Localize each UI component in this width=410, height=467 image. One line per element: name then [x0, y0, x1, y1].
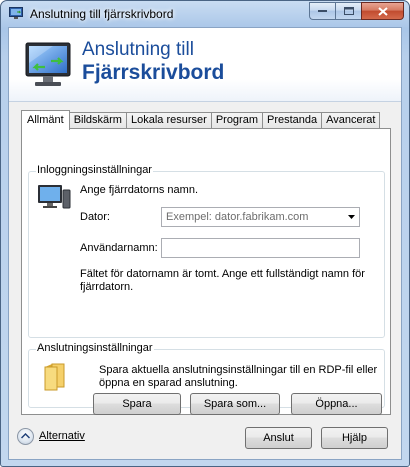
options-label[interactable]: Alternativ: [39, 430, 85, 442]
connection-description-line2: öppna en sparad anslutning.: [99, 377, 238, 389]
tab-experience[interactable]: Prestanda: [263, 112, 323, 129]
empty-name-warning-line2: fjärrdatorn.: [80, 281, 134, 293]
window-title: Anslutning till fjärrskrivbord: [30, 7, 174, 21]
computer-icon: [38, 185, 71, 209]
username-label: Användarnamn:: [80, 242, 158, 254]
tab-panel-general: Inloggningsinställningar Ange fjärrdator…: [21, 128, 391, 415]
tab-advanced[interactable]: Avancerat: [322, 112, 381, 129]
folder-icon: [44, 363, 65, 391]
dropdown-arrow-icon[interactable]: [348, 215, 355, 219]
tab-programs[interactable]: Program: [211, 112, 263, 129]
remote-desktop-window: Anslutning till fjärrskrivbord Anslutnin…: [0, 0, 410, 467]
header-banner: Anslutning till Fjärrskrivbord: [9, 28, 401, 102]
minimize-icon: [318, 10, 327, 12]
logon-settings-group: Inloggningsinställningar Ange fjärrdator…: [28, 164, 385, 338]
banner-title-line1: Anslutning till: [82, 39, 194, 60]
tab-local-resources[interactable]: Lokala resurser: [126, 112, 212, 129]
connect-button[interactable]: Anslut: [245, 427, 312, 449]
help-button[interactable]: Hjälp: [321, 427, 388, 449]
minimize-button[interactable]: [309, 2, 335, 20]
username-input[interactable]: [161, 238, 360, 258]
remote-desktop-icon: [9, 7, 23, 19]
title-bar[interactable]: Anslutning till fjärrskrivbord: [1, 1, 409, 27]
computer-placeholder: Exempel: dator.fabrikam.com: [166, 211, 309, 223]
tab-display[interactable]: Bildskärm: [69, 112, 127, 129]
close-icon: [377, 6, 388, 16]
tab-general[interactable]: Allmänt: [21, 110, 70, 130]
open-button[interactable]: Öppna...: [291, 393, 382, 415]
maximize-button[interactable]: [335, 2, 361, 20]
close-button[interactable]: [361, 2, 404, 20]
chevron-up-icon[interactable]: [17, 428, 34, 445]
save-as-button[interactable]: Spara som...: [190, 393, 280, 415]
remote-desktop-monitor-icon: [25, 42, 71, 86]
connection-group-title: Anslutningsinställningar: [36, 342, 154, 354]
banner-title-line2: Fjärrskrivbord: [82, 61, 225, 84]
logon-instruction: Ange fjärrdatorns namn.: [80, 184, 199, 196]
save-button[interactable]: Spara: [93, 393, 181, 415]
computer-combobox[interactable]: Exempel: dator.fabrikam.com: [161, 207, 360, 227]
empty-name-warning-line1: Fältet för datornamn är tomt. Ange ett f…: [80, 268, 365, 280]
maximize-icon: [343, 7, 354, 15]
tab-strip: Allmänt Bildskärm Lokala resurser Progra…: [21, 110, 381, 130]
caption-buttons: [309, 2, 404, 20]
logon-group-title: Inloggningsinställningar: [36, 164, 153, 176]
computer-label: Dator:: [80, 211, 110, 223]
connection-description-line1: Spara aktuella anslutningsinställningar …: [99, 364, 378, 376]
dialog-client-area: Anslutning till Fjärrskrivbord Allmänt B…: [8, 27, 402, 460]
